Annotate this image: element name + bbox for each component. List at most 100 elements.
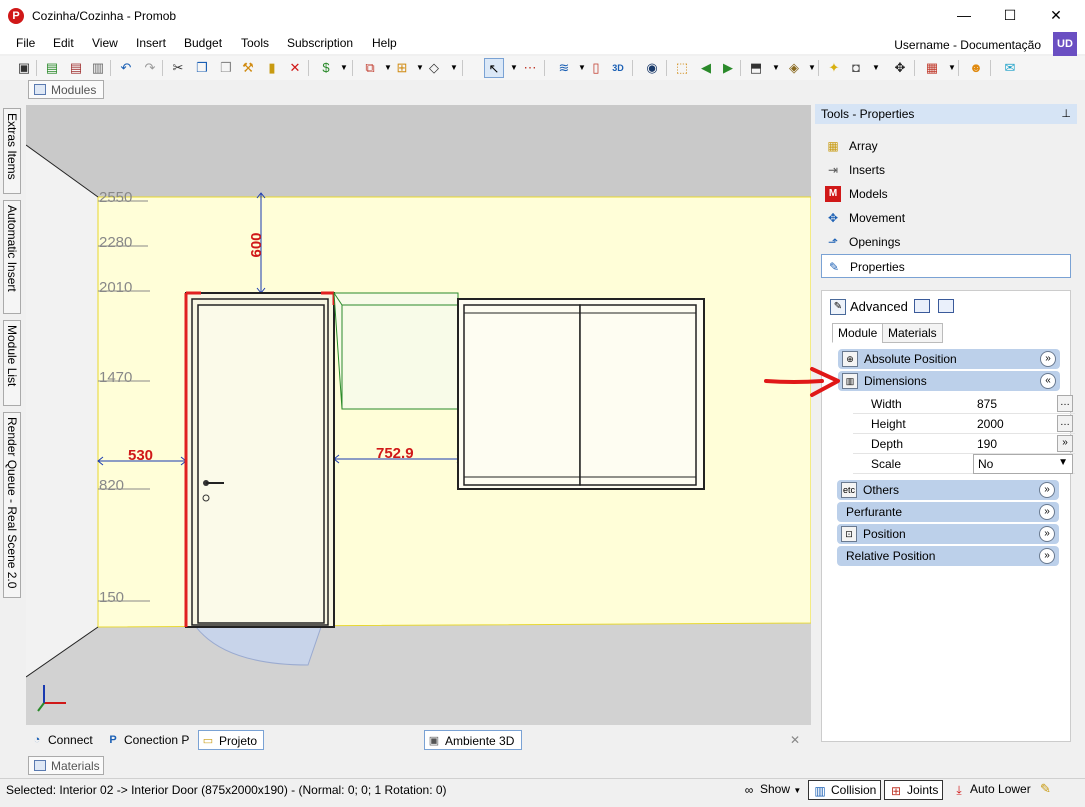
pin-icon[interactable]: ⊥ xyxy=(1061,107,1071,120)
tab-conection-p[interactable]: P Conection P xyxy=(104,730,189,750)
ellipsis-button[interactable]: … xyxy=(1057,415,1073,432)
auto-lower-button[interactable]: ⤓ Auto Lower xyxy=(948,780,1030,800)
table-view-icon[interactable] xyxy=(938,299,954,313)
chevron-down-icon[interactable]: » xyxy=(1039,504,1055,520)
tab-materials[interactable]: Materials xyxy=(882,323,943,343)
height-field[interactable]: 2000 xyxy=(973,415,1055,433)
ellipsis-button[interactable]: … xyxy=(1057,395,1073,412)
chevron-down-icon[interactable]: » xyxy=(1039,548,1055,564)
list-view-icon[interactable] xyxy=(914,299,930,313)
chevron-up-icon[interactable]: « xyxy=(1040,373,1056,389)
menu-tools[interactable]: Tools xyxy=(241,36,269,50)
side-tab-extras-items[interactable]: Extras Items xyxy=(3,108,21,194)
frame-icon[interactable]: ⬒ xyxy=(746,58,766,78)
tool-models[interactable]: M Models xyxy=(821,182,1071,206)
layers-icon[interactable]: ⧉ xyxy=(360,58,380,78)
chevron-down-icon[interactable]: ▼ xyxy=(942,58,962,78)
print-icon[interactable]: ▤ xyxy=(66,58,86,78)
chevron-down-icon[interactable]: ▼ xyxy=(802,58,822,78)
color-palette-icon[interactable]: ▦ xyxy=(922,58,942,78)
save-icon[interactable]: ▣ xyxy=(14,58,34,78)
package-icon[interactable]: ◈ xyxy=(784,58,804,78)
side-tab-render-queue[interactable]: Render Queue - Real Scene 2.0 xyxy=(3,412,21,598)
measure-icon[interactable]: ⋯ xyxy=(520,58,540,78)
materials-tab[interactable]: Materials xyxy=(28,756,104,775)
budget-dollar-icon[interactable]: $ xyxy=(316,58,336,78)
tool-openings[interactable]: ⬏ Openings xyxy=(821,230,1071,254)
width-field[interactable]: 875 xyxy=(973,395,1055,413)
paint-roller-icon[interactable]: ▮ xyxy=(262,58,282,78)
shape-icon[interactable]: ◇ xyxy=(424,58,444,78)
cut-icon[interactable]: ✂ xyxy=(168,58,188,78)
chevron-down-icon[interactable]: ▼ xyxy=(444,58,464,78)
undo-icon[interactable]: ↶ xyxy=(116,58,136,78)
chevron-down-icon[interactable]: » xyxy=(1039,482,1055,498)
collision-toggle[interactable]: ▥ Collision xyxy=(808,780,882,800)
tab-connect[interactable]: ◔ Connect xyxy=(28,730,93,750)
user-name-label[interactable]: Username - Documentação xyxy=(894,38,1041,52)
maximize-button[interactable]: ☐ xyxy=(987,0,1033,30)
tab-projeto[interactable]: ▭ Projeto xyxy=(198,730,264,750)
section-relative-position[interactable]: Relative Position » xyxy=(837,546,1059,566)
chevron-down-icon[interactable]: ▼ xyxy=(334,58,354,78)
menu-help[interactable]: Help xyxy=(372,36,397,50)
wall-cabinet-outline[interactable] xyxy=(333,292,459,410)
chat-icon[interactable]: ✉ xyxy=(1000,58,1020,78)
close-tab-button[interactable]: ✕ xyxy=(790,730,800,750)
layers-stack-icon[interactable]: ≋ xyxy=(554,58,574,78)
scale-select[interactable]: No ▼ xyxy=(973,454,1073,474)
depth-field[interactable]: 190 xyxy=(973,435,1055,453)
expand-button[interactable]: » xyxy=(1057,435,1073,452)
view-3d-icon[interactable]: 3D xyxy=(608,58,628,78)
menu-budget[interactable]: Budget xyxy=(184,36,222,50)
menu-file[interactable]: File xyxy=(16,36,35,50)
arrow-right-icon[interactable]: ▶ xyxy=(718,58,738,78)
section-absolute-position[interactable]: ⊕ Absolute Position » xyxy=(838,349,1060,369)
design-viewport[interactable]: 2550 2280 2010 1470 820 150 600 530 752.… xyxy=(26,105,811,725)
double-door-cabinet[interactable] xyxy=(457,298,705,490)
section-perfurante[interactable]: Perfurante » xyxy=(837,502,1059,522)
delete-icon[interactable]: ✕ xyxy=(285,58,305,78)
chevron-down-icon[interactable]: » xyxy=(1039,526,1055,542)
advanced-toggle[interactable]: ✎ Advanced xyxy=(830,297,908,317)
tab-module[interactable]: Module xyxy=(832,323,884,343)
side-tab-automatic-insert[interactable]: Automatic Insert xyxy=(3,200,21,314)
cabinet-icon[interactable]: ▯ xyxy=(586,58,606,78)
interior-door[interactable] xyxy=(184,291,336,628)
menu-edit[interactable]: Edit xyxy=(53,36,74,50)
select-pointer-icon[interactable]: ↖ xyxy=(484,58,504,78)
format-painter-icon[interactable]: ⚒ xyxy=(238,58,258,78)
scene-canvas[interactable]: 2550 2280 2010 1470 820 150 600 530 752.… xyxy=(26,105,811,725)
side-tab-module-list[interactable]: Module List xyxy=(3,320,21,406)
joints-toggle[interactable]: ⊞ Joints xyxy=(884,780,944,800)
avatar[interactable]: UD xyxy=(1053,32,1077,56)
user-icon[interactable]: ☻ xyxy=(966,58,986,78)
menu-subscription[interactable]: Subscription xyxy=(287,36,353,50)
tool-array[interactable]: ▦ Array xyxy=(821,134,1071,158)
arrow-left-icon[interactable]: ◀ xyxy=(696,58,716,78)
chevron-down-icon[interactable]: ▼ xyxy=(866,58,886,78)
paste-icon[interactable]: ❒ xyxy=(216,58,236,78)
compass-icon[interactable]: ✥ xyxy=(890,58,910,78)
tool-inserts[interactable]: ⇥ Inserts xyxy=(821,158,1071,182)
minimize-button[interactable]: — xyxy=(941,0,987,30)
menu-insert[interactable]: Insert xyxy=(136,36,166,50)
chevron-down-icon[interactable]: » xyxy=(1040,351,1056,367)
print-preview-icon[interactable]: ▤ xyxy=(42,58,62,78)
light-bulb-icon[interactable]: ✦ xyxy=(824,58,844,78)
tab-ambiente-3d[interactable]: ▣ Ambiente 3D xyxy=(424,730,522,750)
section-others[interactable]: etc Others » xyxy=(837,480,1059,500)
tool-movement[interactable]: ✥ Movement xyxy=(821,206,1071,230)
redo-icon[interactable]: ↷ xyxy=(140,58,160,78)
eye-icon[interactable]: ◉ xyxy=(642,58,662,78)
printer-icon[interactable]: ▥ xyxy=(88,58,108,78)
menu-view[interactable]: View xyxy=(92,36,118,50)
group-icon[interactable]: ⊞ xyxy=(392,58,412,78)
copy-icon[interactable]: ❐ xyxy=(192,58,212,78)
section-position[interactable]: ⊡ Position » xyxy=(837,524,1059,544)
section-dimensions[interactable]: ▥ Dimensions « xyxy=(838,371,1060,391)
tool-properties[interactable]: ✎ Properties xyxy=(821,254,1071,278)
show-button[interactable]: ∞ Show ▼ xyxy=(738,780,802,800)
chevron-down-icon[interactable]: ▼ xyxy=(766,58,786,78)
brush-icon[interactable]: ✎ xyxy=(1040,781,1051,797)
